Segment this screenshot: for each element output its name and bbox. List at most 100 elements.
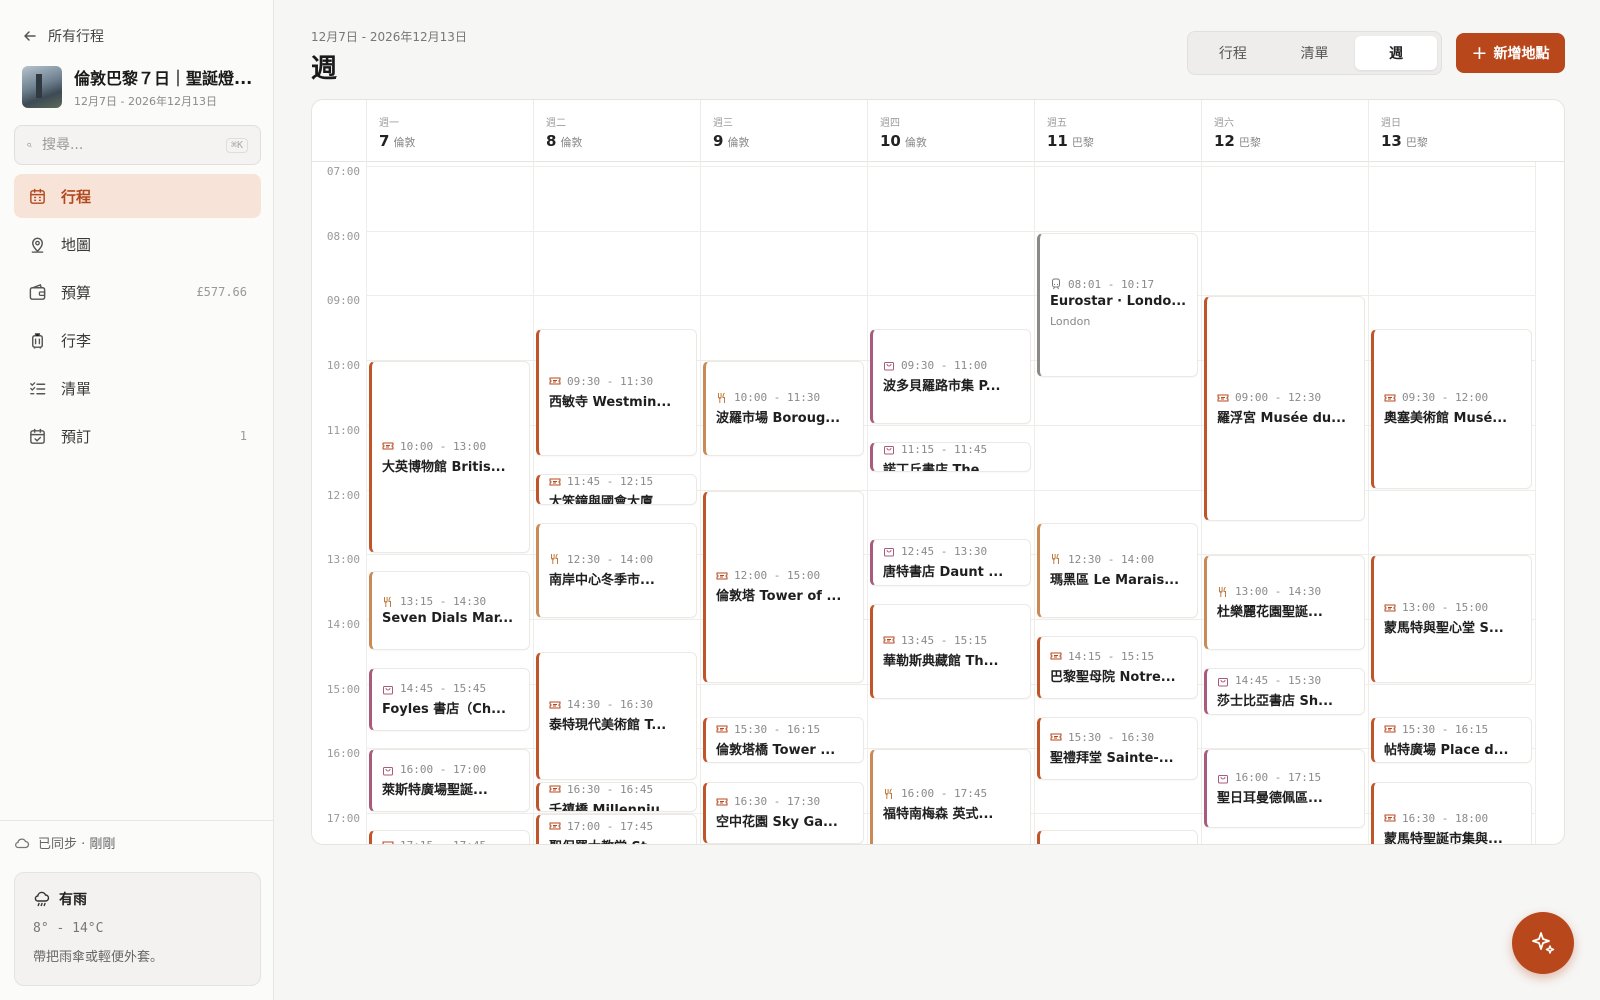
sidebar-item-bookings[interactable]: 預訂 1 <box>14 414 261 458</box>
sidebar-item-map[interactable]: 地圖 <box>14 222 261 266</box>
event-card[interactable]: 09:30 - 12:00 奧塞美術館 Musé... <box>1371 328 1532 489</box>
event-time-text: 16:30 - 17:30 <box>734 795 821 809</box>
event-title: 聖保羅大教堂 St ... <box>549 836 686 844</box>
event-card[interactable]: 17:15 - 17:45 <box>369 830 530 844</box>
event-title: 巴黎聖母院 Notre... <box>1050 669 1176 685</box>
event-card[interactable]: 13:15 - 14:30 Seven Dials Mar... <box>369 571 530 651</box>
hour-label: 14:00 <box>326 617 360 631</box>
event-card[interactable]: 17:00 - 17:45 聖保羅大教堂 St ... <box>536 814 697 844</box>
event-time: 09:30 - 12:00 <box>1384 391 1521 404</box>
event-title: 帖特廣場 Place d... <box>1384 742 1509 758</box>
event-card[interactable]: 13:45 - 15:15 華勒斯典藏館 Th... <box>870 603 1031 699</box>
utensils-icon <box>1219 586 1226 597</box>
ticket-icon <box>549 822 561 830</box>
hour-label: 16:00 <box>326 747 360 761</box>
day-number: 12 <box>1214 132 1235 150</box>
map-pin-icon <box>31 237 44 253</box>
event-title: 萊斯特廣場聖誕... <box>382 783 488 799</box>
day-column-divider <box>700 162 701 844</box>
event-card[interactable]: 16:00 - 17:45 福特南梅森 英式... <box>870 749 1031 844</box>
event-card[interactable]: 16:00 - 17:00 萊斯特廣場聖誕... <box>369 749 530 812</box>
event-time-text: 16:00 - 17:45 <box>901 787 988 801</box>
sidebar-item-label: 預訂 <box>61 427 92 446</box>
event-title: 蒙馬特聖誕市集與... <box>1384 831 1503 845</box>
week-calendar: 週一 7 倫敦 週二 8 倫敦 週三 9 倫敦 週四 10 倫敦 週五 11 巴黎 週六 12 巴黎 週日 13 巴黎 … <box>311 99 1565 845</box>
day-number: 8 <box>546 132 557 150</box>
event-card[interactable]: 12:30 - 14:00 南岸中心冬季市... <box>536 522 697 618</box>
event-card[interactable]: 14:15 - 15:15 巴黎聖母院 Notre... <box>1037 636 1198 699</box>
sync-status: 已同步 · 剛剛 <box>0 820 274 864</box>
event-card[interactable]: 10:00 - 13:00 大英博物館 Britis... <box>369 361 530 554</box>
event-time-text: 10:00 - 11:30 <box>734 391 821 405</box>
back-to-all-trips-link[interactable]: 所有行程 <box>22 26 104 46</box>
event-card[interactable]: 17:15 - 18:00 <box>1037 830 1198 844</box>
event-card[interactable]: 16:30 - 17:30 空中花園 Sky Ga... <box>703 781 864 844</box>
ticket-icon <box>382 442 394 450</box>
sidebar-item-budget[interactable]: 預算 £577.66 <box>14 270 261 314</box>
event-card[interactable]: 15:30 - 16:15 倫敦塔橋 Tower ... <box>703 716 864 764</box>
event-time: 12:45 - 13:30 <box>883 545 1020 558</box>
event-time-text: 16:00 - 17:15 <box>1235 771 1322 785</box>
event-card[interactable]: 16:00 - 17:15 聖日耳曼德佩區... <box>1204 749 1365 829</box>
event-title: 羅浮宮 Musée du... <box>1217 411 1346 427</box>
event-card[interactable]: 13:00 - 15:00 蒙馬特與聖心堂 S... <box>1371 555 1532 683</box>
event-card[interactable]: 12:30 - 14:00 瑪黑區 Le Marais... <box>1037 522 1198 618</box>
day-header: 週二 8 倫敦 <box>533 100 700 162</box>
event-card[interactable]: 09:00 - 12:30 羅浮宮 Musée du... <box>1204 296 1365 521</box>
day-header: 週一 7 倫敦 <box>366 100 533 162</box>
sidebar-item-luggage[interactable]: 行李 <box>14 318 261 362</box>
search-box[interactable]: ⌘K <box>14 125 261 165</box>
day-of-week: 週三 <box>713 118 733 129</box>
tab-itinerary[interactable]: 行程 <box>1192 36 1274 70</box>
event-card[interactable]: 16:30 - 16:45 千禧橋 Millenniu... <box>536 781 697 812</box>
search-shortcut: ⌘K <box>225 137 248 153</box>
event-card[interactable]: 15:30 - 16:15 帖特廣場 Place d... <box>1371 716 1532 764</box>
day-of-week: 週五 <box>1047 118 1067 129</box>
trip-thumbnail <box>22 66 62 108</box>
event-title: 聖禮拜堂 Sainte-... <box>1050 750 1174 766</box>
event-card[interactable]: 08:01 - 10:17 Eurostar · Londo... London <box>1037 232 1198 378</box>
ai-assistant-button[interactable] <box>1512 912 1574 974</box>
event-title: 波多貝羅路市集 P... <box>883 378 1001 394</box>
sidebar-item-itinerary[interactable]: 行程 <box>14 174 261 218</box>
utensils-icon <box>384 596 391 607</box>
view-switcher: 行程 清單 週 <box>1187 31 1442 75</box>
event-time: 09:00 - 12:30 <box>1217 391 1354 404</box>
event-card[interactable]: 11:15 - 11:45 諾丁丘書店 The... <box>870 441 1031 473</box>
event-card[interactable]: 15:30 - 16:30 聖禮拜堂 Sainte-... <box>1037 716 1198 780</box>
day-of-week: 週四 <box>880 118 900 129</box>
sidebar-item-checklist[interactable]: 清單 <box>14 366 261 410</box>
event-card[interactable]: 13:00 - 14:30 杜樂麗花園聖誕... <box>1204 555 1365 651</box>
event-card[interactable]: 14:45 - 15:45 Foyles 書店（Ch... <box>369 668 530 732</box>
search-icon <box>27 142 32 148</box>
tab-week[interactable]: 週 <box>1355 36 1438 70</box>
event-title: 福特南梅森 英式... <box>883 807 994 823</box>
weather-card: 有雨 8° - 14°C 帶把雨傘或輕便外套。 <box>14 872 261 986</box>
event-card[interactable]: 09:30 - 11:00 波多貝羅路市集 P... <box>870 328 1031 424</box>
search-input[interactable] <box>41 137 216 153</box>
event-card[interactable]: 09:30 - 11:30 西敏寺 Westmin... <box>536 328 697 457</box>
add-place-button[interactable]: + 新增地點 <box>1456 33 1565 73</box>
day-city: 巴黎 <box>1238 136 1261 149</box>
ticket-icon <box>716 725 728 733</box>
event-card[interactable]: 11:45 - 12:15 大笨鐘與國會大廈 <box>536 474 697 505</box>
tab-list[interactable]: 清單 <box>1274 36 1356 70</box>
event-time: 13:00 - 15:00 <box>1384 601 1521 614</box>
event-card[interactable]: 12:00 - 15:00 倫敦塔 Tower of ... <box>703 490 864 683</box>
event-card[interactable]: 16:30 - 18:00 蒙馬特聖誕市集與... <box>1371 781 1532 845</box>
hour-label: 08:00 <box>326 229 360 243</box>
day-header: 週六 12 巴黎 <box>1201 100 1368 162</box>
day-column-divider <box>366 162 367 844</box>
plus-icon: + <box>1471 41 1488 64</box>
event-card[interactable]: 10:00 - 11:30 波羅市場 Boroug... <box>703 361 864 457</box>
day-header: 週日 13 巴黎 <box>1368 100 1535 162</box>
event-card[interactable]: 14:30 - 16:30 泰特現代美術館 T... <box>536 652 697 780</box>
sidebar-item-label: 行程 <box>61 187 92 206</box>
ticket-icon <box>549 478 561 486</box>
event-time: 11:45 - 12:15 <box>549 475 686 488</box>
ticket-icon <box>716 798 728 806</box>
day-date-line: 10 倫敦 <box>880 131 1022 150</box>
event-card[interactable]: 12:45 - 13:30 唐特書店 Daunt ... <box>870 539 1031 586</box>
ticket-icon <box>1384 394 1396 402</box>
event-card[interactable]: 14:45 - 15:30 莎士比亞書店 Sh... <box>1204 668 1365 715</box>
